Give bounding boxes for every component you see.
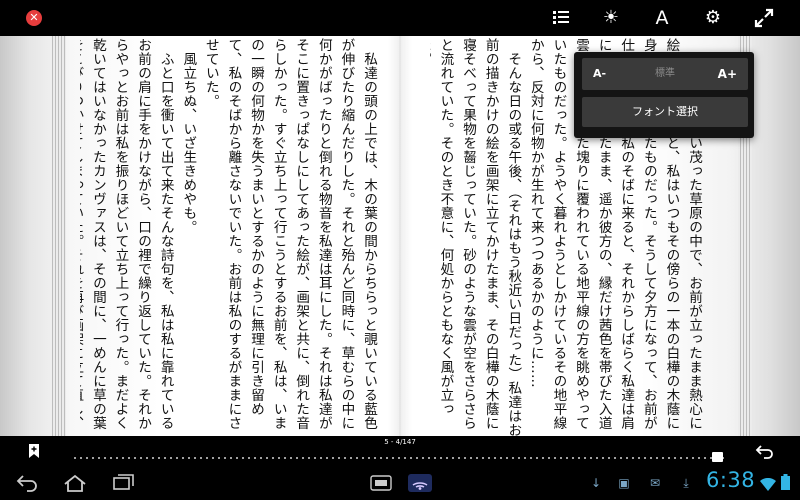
home-button[interactable] bbox=[63, 473, 87, 497]
recent-apps-button[interactable] bbox=[111, 473, 135, 497]
fullscreen-icon bbox=[754, 8, 774, 28]
left-page-text: 私達の頭の上では、木の葉の間からちらっと覗いている藍色が伸びたり縮んだりした。そ… bbox=[80, 38, 380, 436]
ebook-reader-screen: 一面に薄の生い茂った草原の中で、お前が立ったまま熱心に絵を描いていると、私はいつ… bbox=[0, 0, 800, 500]
system-bar: ↓ ▣ ✉ ⤓ 6:38 bbox=[0, 466, 800, 500]
paragraph: 私達の頭の上では、木の葉の間からちらっと覗いている藍色が伸びたり縮んだりした。そ… bbox=[202, 38, 377, 430]
font-select-button[interactable]: フォント選択 bbox=[582, 97, 748, 127]
gmail-icon: ✉ bbox=[649, 476, 661, 490]
image-notification-icon: ▣ bbox=[618, 476, 630, 490]
brightness-button[interactable]: ☀ bbox=[599, 6, 623, 30]
page-slider-thumb[interactable] bbox=[711, 452, 723, 462]
table-of-contents-button[interactable] bbox=[549, 6, 573, 30]
font-icon: A bbox=[655, 7, 669, 29]
recent-apps-icon bbox=[113, 474, 134, 490]
left-page[interactable]: 私達の頭の上では、木の葉の間からちらっと覗いている藍色が伸びたり縮んだりした。そ… bbox=[80, 36, 380, 436]
paragraph: そんな日の或る午後、（それはもう秋近い日だった）私達はお前の描きかけの絵を画架に… bbox=[430, 38, 522, 436]
fullscreen-button[interactable] bbox=[752, 6, 776, 30]
font-size-control: A- 標準 A+ bbox=[582, 58, 748, 90]
reader-toolbar: ✕ ☀ A ⚙ bbox=[0, 0, 800, 36]
return-icon bbox=[755, 445, 773, 459]
page-slider-track[interactable] bbox=[74, 457, 724, 459]
paragraph: ふと口を衝いて出て来たそんな詩句を、私は私に靠れているお前の肩に手をかけながら、… bbox=[80, 38, 174, 430]
screen-mode-button[interactable] bbox=[370, 475, 392, 495]
download-icon: ↓ bbox=[590, 476, 602, 490]
brightness-icon: ☀ bbox=[602, 7, 620, 28]
list-icon bbox=[553, 11, 569, 24]
wireless-app-icon bbox=[408, 474, 432, 492]
screen-mode-icon bbox=[370, 475, 392, 491]
book-gutter bbox=[388, 36, 412, 436]
clock: 6:38 bbox=[706, 468, 756, 492]
page-indicator: 5 - 4/147 bbox=[384, 438, 416, 446]
home-icon bbox=[64, 474, 86, 492]
back-icon bbox=[16, 475, 37, 492]
reading-progress-bar: 5 - 4/147 bbox=[0, 436, 800, 466]
back-button[interactable] bbox=[16, 473, 40, 497]
font-size-button[interactable]: A bbox=[650, 6, 674, 30]
gear-icon: ⚙ bbox=[704, 7, 722, 28]
battery-icon bbox=[781, 474, 790, 494]
page-stack-left bbox=[52, 36, 66, 436]
wifi-icon bbox=[760, 476, 776, 495]
close-icon: ✕ bbox=[29, 11, 39, 24]
settings-button[interactable]: ⚙ bbox=[701, 6, 725, 30]
app-notification[interactable] bbox=[408, 474, 432, 496]
return-button[interactable] bbox=[755, 441, 775, 461]
bookmark-button[interactable] bbox=[29, 443, 39, 458]
download-complete-icon: ⤓ bbox=[683, 476, 689, 490]
paragraph: 風立ちぬ、いざ生きめやも。 bbox=[180, 51, 197, 234]
close-button[interactable]: ✕ bbox=[26, 10, 42, 26]
increase-font-button[interactable]: A+ bbox=[718, 58, 737, 90]
font-settings-popup: A- 標準 A+ フォント選択 bbox=[574, 52, 754, 138]
bookmark-icon bbox=[29, 444, 39, 458]
